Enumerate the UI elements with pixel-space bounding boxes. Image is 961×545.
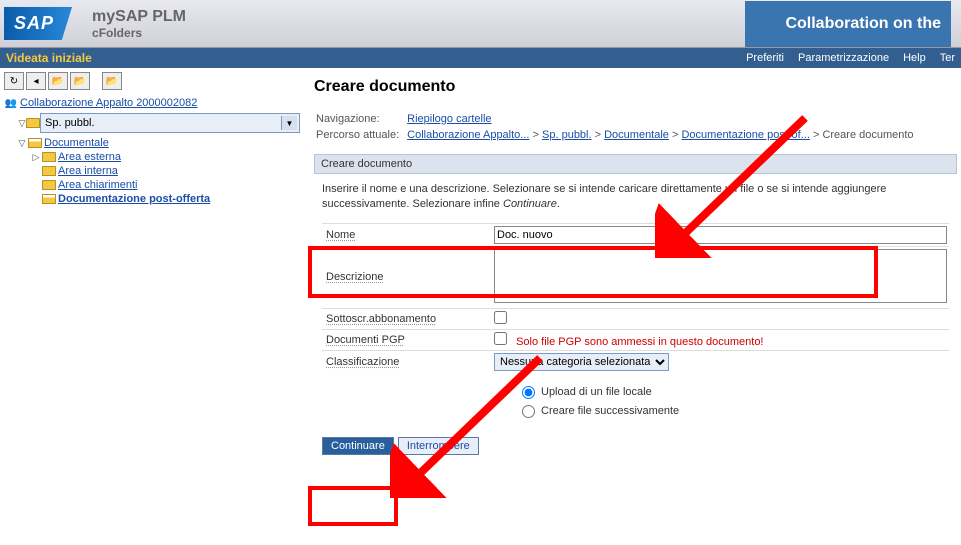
top-menu-bar: Videata iniziale Preferiti Parametrizzaz… (0, 48, 961, 68)
sidebar: ↻ ◂ 📂 📂 📂 Collaborazione Appalto 2000002… (0, 68, 310, 471)
breadcrumb: Collaborazione Appalto... > Sp. pubbl. >… (407, 128, 919, 142)
crumb-sp-pubbl[interactable]: Sp. pubbl. (542, 129, 592, 141)
area-select-value: Sp. pubbl. (43, 117, 281, 129)
top-menu-links: Preferiti Parametrizzazione Help Ter (746, 52, 955, 64)
header-title-block: mySAP PLM cFolders (92, 8, 186, 40)
tree-node-area-esterna[interactable]: ▷ Area esterna (4, 150, 306, 164)
tree-link-doc-post-offerta[interactable]: Documentazione post-offerta (58, 193, 210, 205)
app-header: SAP mySAP PLM cFolders Collaboration on … (0, 0, 961, 48)
row-classification: Classificazione Nessuna categoria selezi… (322, 350, 949, 373)
label-classification: Classificazione (322, 352, 492, 372)
crumb-current: Creare documento (822, 129, 913, 141)
form-area: Nome Descrizione Sottoscr.abbonamento Do… (314, 223, 957, 431)
row-pgp: Documenti PGP Solo file PGP sono ammessi… (322, 329, 949, 350)
radio-label-upload: Upload di un file locale (541, 386, 652, 398)
label-description: Descrizione (322, 267, 492, 287)
annotation-box-continue (308, 486, 398, 526)
label-name: Nome (322, 225, 492, 245)
tree-root[interactable]: Collaborazione Appalto 2000002082 (4, 96, 306, 110)
folder-open-icon (28, 137, 42, 149)
toolbar-collapse-icon[interactable]: ◂ (26, 72, 46, 90)
tree-node-doc-post-offerta[interactable]: Documentazione post-offerta (4, 192, 306, 206)
nav-tree: Collaborazione Appalto 2000002082 ▽ Sp. … (4, 96, 306, 206)
tree-link-area-chiarimenti[interactable]: Area chiarimenti (58, 179, 137, 191)
folder-icon (42, 165, 56, 177)
expand-icon[interactable]: ▽ (18, 138, 26, 149)
instruction-text: Inserire il nome e una descrizione. Sele… (314, 180, 957, 223)
nav-overview-link[interactable]: Riepilogo cartelle (407, 113, 491, 125)
tree-link-area-interna[interactable]: Area interna (58, 165, 118, 177)
collab-icon (4, 97, 18, 109)
select-classification[interactable]: Nessuna categoria selezionata (494, 353, 669, 371)
refresh-icon[interactable]: ↻ (4, 72, 24, 90)
row-name: Nome (322, 223, 949, 246)
checkbox-subscription[interactable] (494, 311, 507, 324)
continue-button[interactable]: Continuare (322, 437, 394, 455)
cancel-button[interactable]: Interrompere (398, 437, 479, 455)
dropdown-arrow-icon[interactable]: ▼ (281, 116, 297, 130)
tree-node-documentale[interactable]: ▽ Documentale (4, 136, 306, 150)
checkbox-pgp[interactable] (494, 332, 507, 345)
row-description: Descrizione (322, 246, 949, 308)
menu-term[interactable]: Ter (940, 52, 955, 64)
toolbar-folder-up-icon[interactable]: 📂 (48, 72, 68, 90)
menu-favorites[interactable]: Preferiti (746, 52, 784, 64)
instruction-em: Continuare (503, 198, 557, 210)
crumb-doc-post[interactable]: Documentazione post-of... (681, 129, 809, 141)
label-pgp: Documenti PGP (322, 330, 492, 350)
toolbar-folder-down-icon[interactable]: 📂 (70, 72, 90, 90)
pgp-warning: Solo file PGP sono ammessi in questo doc… (516, 336, 763, 348)
nav-table: Navigazione: Riepilogo cartelle Percorso… (314, 110, 922, 144)
header-module: cFolders (92, 26, 186, 40)
radio-row-later[interactable]: Creare file successivamente (522, 402, 949, 421)
toolbar-folder-next-icon[interactable]: 📂 (102, 72, 122, 90)
screen-title: Videata iniziale (6, 51, 92, 65)
menu-help[interactable]: Help (903, 52, 926, 64)
header-product: mySAP PLM (92, 8, 186, 26)
folder-open-icon (42, 193, 56, 205)
tree-node-area-interna[interactable]: Area interna (4, 164, 306, 178)
button-row: Continuare Interrompere (314, 431, 957, 461)
radio-create-later[interactable] (522, 405, 535, 418)
input-description[interactable] (494, 249, 947, 303)
input-name[interactable] (494, 226, 947, 244)
tree-link-area-esterna[interactable]: Area esterna (58, 151, 121, 163)
radio-label-later: Creare file successivamente (541, 405, 679, 417)
nav-label: Navigazione: (316, 112, 405, 126)
radio-upload-local[interactable] (522, 386, 535, 399)
expand-icon[interactable]: ▷ (32, 152, 40, 163)
header-tagline: Collaboration on the (745, 1, 951, 47)
crumb-documentale[interactable]: Documentale (604, 129, 669, 141)
page-title: Creare documento (314, 78, 957, 96)
tree-root-link[interactable]: Collaborazione Appalto 2000002082 (20, 97, 197, 109)
folder-icon (42, 179, 56, 191)
area-select[interactable]: Sp. pubbl. ▼ (40, 113, 300, 133)
tree-node-area-chiarimenti[interactable]: Area chiarimenti (4, 178, 306, 192)
radio-row-upload[interactable]: Upload di un file locale (522, 383, 949, 402)
sap-logo: SAP (4, 7, 72, 40)
folder-icon (26, 117, 40, 129)
label-subscription: Sottoscr.abbonamento (322, 309, 492, 329)
main-content: Creare documento Navigazione: Riepilogo … (310, 68, 961, 471)
instruction-body: Inserire il nome e una descrizione. Sele… (322, 183, 886, 210)
tree-dropdown-row: ▽ Sp. pubbl. ▼ (4, 113, 306, 133)
tree-link-documentale[interactable]: Documentale (44, 137, 109, 149)
upload-options: Upload di un file locale Creare file suc… (322, 373, 949, 431)
expand-icon[interactable]: ▽ (18, 118, 26, 129)
row-subscription: Sottoscr.abbonamento (322, 308, 949, 329)
crumb-collab[interactable]: Collaborazione Appalto... (407, 129, 529, 141)
tree-toolbar: ↻ ◂ 📂 📂 📂 (4, 72, 306, 90)
menu-settings[interactable]: Parametrizzazione (798, 52, 889, 64)
folder-icon (42, 151, 56, 163)
path-label: Percorso attuale: (316, 128, 405, 142)
section-header: Creare documento (314, 154, 957, 174)
